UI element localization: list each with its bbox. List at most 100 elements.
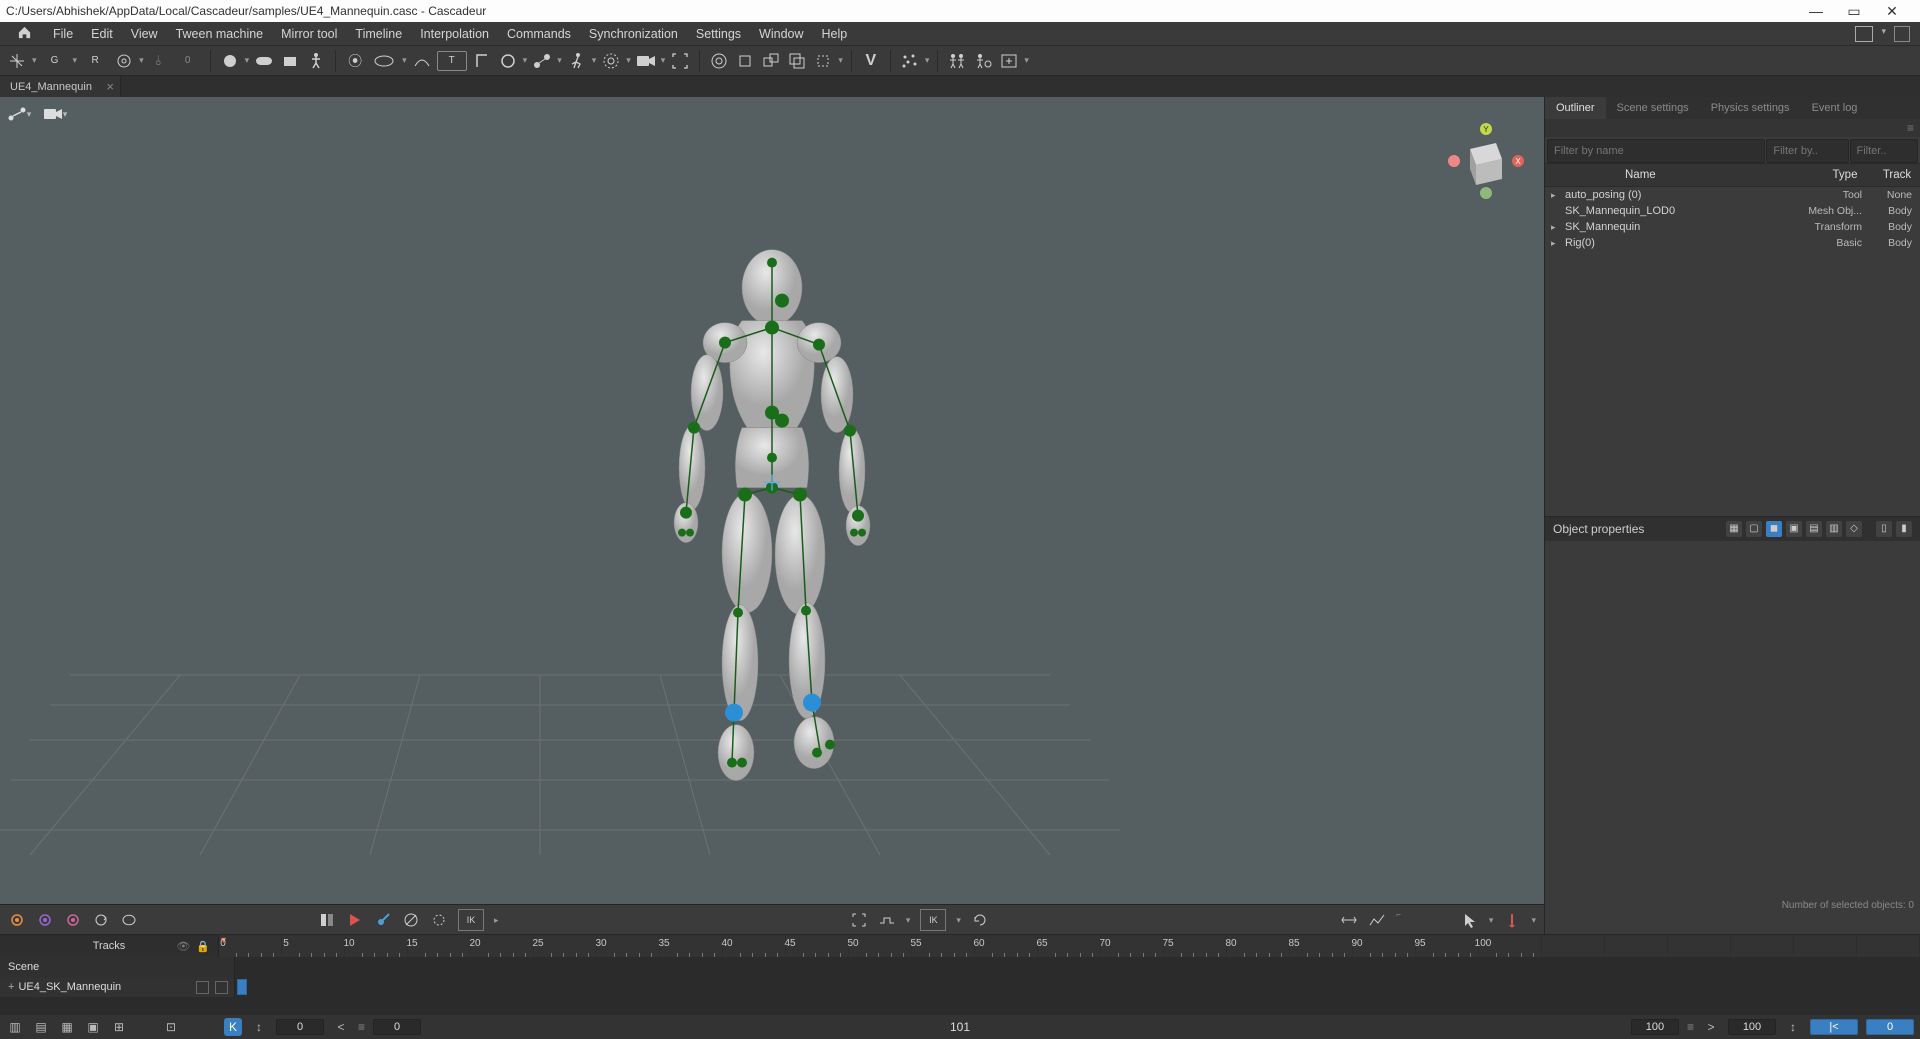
menu-settings[interactable]: Settings xyxy=(687,27,750,41)
tab-physics-settings[interactable]: Physics settings xyxy=(1700,97,1801,119)
text-tool-icon[interactable]: T xyxy=(437,51,467,71)
marker-red-icon[interactable] xyxy=(1503,911,1521,929)
prop-icon-7[interactable]: ◇ xyxy=(1846,521,1862,537)
col-type-header[interactable]: Type xyxy=(1816,169,1874,181)
maximize-button[interactable]: ▭ xyxy=(1840,3,1868,20)
frame-field-b[interactable]: 0 xyxy=(373,1019,421,1035)
track-eye-icon[interactable]: 👁 xyxy=(176,940,190,953)
prop-icon-4[interactable]: ▣ xyxy=(1786,521,1802,537)
gear-pink-icon[interactable] xyxy=(64,911,82,929)
prop-icon-2[interactable]: ▢ xyxy=(1746,521,1762,537)
outliner-row[interactable]: ▸ SK_Mannequin Transform Body xyxy=(1545,219,1920,235)
filter-type-input[interactable] xyxy=(1766,139,1848,163)
capsule-mode-icon[interactable] xyxy=(253,50,275,72)
viewport-3d[interactable]: ▾ ▾ xyxy=(0,97,1544,935)
menu-tween-machine[interactable]: Tween machine xyxy=(167,27,273,41)
panel-icon[interactable] xyxy=(1894,26,1910,42)
crop-icon[interactable] xyxy=(850,911,868,929)
sphere-mode-icon[interactable] xyxy=(219,50,241,72)
menu-timeline[interactable]: Timeline xyxy=(346,27,411,41)
radial-icon[interactable] xyxy=(708,50,730,72)
gear-purple-icon[interactable] xyxy=(36,911,54,929)
prop-icon-9[interactable]: ▮ xyxy=(1896,521,1912,537)
camera-icon[interactable] xyxy=(635,50,657,72)
joint-tool-icon[interactable] xyxy=(531,50,553,72)
prev-key-icon[interactable]: < xyxy=(332,1018,350,1036)
target-icon[interactable] xyxy=(113,50,135,72)
minimize-button[interactable]: — xyxy=(1802,3,1830,20)
track-asset-label[interactable]: + UE4_SK_Mannequin xyxy=(0,977,235,997)
menu-mirror-tool[interactable]: Mirror tool xyxy=(272,27,346,41)
ik-mode-button[interactable]: IK xyxy=(920,909,946,931)
circle-tool-icon[interactable] xyxy=(497,50,519,72)
foot-icon-3[interactable]: ▦ xyxy=(58,1018,76,1036)
foot-icon-5[interactable]: ⊞ xyxy=(110,1018,128,1036)
track-scene-label[interactable]: Scene xyxy=(0,957,235,977)
prop-icon-3[interactable]: ◼ xyxy=(1766,521,1782,537)
run-icon[interactable] xyxy=(566,50,588,72)
cursor-icon[interactable] xyxy=(1461,911,1479,929)
home-icon[interactable] xyxy=(4,25,44,43)
view-cube[interactable]: Y X xyxy=(1440,121,1526,207)
range-end-a[interactable]: 100 xyxy=(1631,1019,1679,1035)
ellipse-tool-icon[interactable] xyxy=(370,50,398,72)
prop-icon-8[interactable]: ▯ xyxy=(1876,521,1892,537)
single-box-icon[interactable] xyxy=(734,50,756,72)
no-circle-icon[interactable] xyxy=(402,911,420,929)
col-track-header[interactable]: Track xyxy=(1874,169,1920,181)
outliner-row[interactable]: SK_Mannequin_LOD0 Mesh Obj... Body xyxy=(1545,203,1920,219)
menu-commands[interactable]: Commands xyxy=(498,27,580,41)
col-name-header[interactable]: Name xyxy=(1545,169,1816,181)
range-val-blue[interactable]: 0 xyxy=(1866,1019,1914,1035)
timeline-ruler[interactable]: ▾ 05101520253035404550556065707580859095… xyxy=(219,935,1920,957)
track-toggle-a[interactable] xyxy=(196,981,209,994)
autokey-icon[interactable]: K xyxy=(224,1018,242,1036)
graph-icon[interactable] xyxy=(1368,911,1386,929)
filter-track-input[interactable] xyxy=(1850,139,1919,163)
snap-up-icon[interactable]: ↕ xyxy=(250,1018,268,1036)
gear-orange-icon[interactable] xyxy=(8,911,26,929)
range-start-blue[interactable]: |< xyxy=(1810,1019,1858,1035)
loop-icon[interactable] xyxy=(120,911,138,929)
tab-scene-settings[interactable]: Scene settings xyxy=(1606,97,1700,119)
menu-edit[interactable]: Edit xyxy=(82,27,122,41)
layout-dropdown-icon[interactable]: ▾ xyxy=(1881,26,1886,42)
rotate-toggle-button[interactable]: R xyxy=(81,50,109,72)
foot-icon-2[interactable]: ▤ xyxy=(32,1018,50,1036)
overlay-boxes-icon[interactable] xyxy=(786,50,808,72)
viewport-camera-icon[interactable]: ▾ xyxy=(42,103,68,125)
range-end-b[interactable]: 100 xyxy=(1728,1019,1776,1035)
frame-fit-icon[interactable] xyxy=(998,50,1020,72)
menu-help[interactable]: Help xyxy=(813,27,857,41)
foot-icon-1[interactable]: ▥ xyxy=(6,1018,24,1036)
path-tool-icon[interactable] xyxy=(471,50,493,72)
ik-toggle-button[interactable]: IK xyxy=(458,909,484,931)
prop-icon-1[interactable]: ▦ xyxy=(1726,521,1742,537)
menu-window[interactable]: Window xyxy=(750,27,812,41)
cycle-icon[interactable] xyxy=(92,911,110,929)
snap-down-icon[interactable]: ↕ xyxy=(1784,1018,1802,1036)
foot-icon-4[interactable]: ▣ xyxy=(84,1018,102,1036)
menu-view[interactable]: View xyxy=(122,27,167,41)
gear-character-icon[interactable] xyxy=(972,50,994,72)
document-tab[interactable]: UE4_Mannequin × xyxy=(0,76,121,98)
scatter-icon[interactable] xyxy=(899,50,921,72)
dashed-box-icon[interactable] xyxy=(812,50,834,72)
mirror-icon[interactable] xyxy=(318,911,336,929)
step-icon[interactable] xyxy=(878,911,896,929)
tab-outliner[interactable]: Outliner xyxy=(1545,97,1606,119)
snap-value[interactable]: 0 xyxy=(174,50,202,72)
key-blue-icon[interactable] xyxy=(374,911,392,929)
prop-icon-6[interactable]: ▥ xyxy=(1826,521,1842,537)
viewport-bones-icon[interactable]: ▾ xyxy=(6,103,32,125)
pin-tool-icon[interactable]: ⦿ xyxy=(344,50,366,72)
visibility-dot-icon[interactable] xyxy=(600,50,622,72)
characters-icon[interactable] xyxy=(946,50,968,72)
refresh-icon[interactable] xyxy=(971,911,989,929)
figure-mode-icon[interactable] xyxy=(305,50,327,72)
copy-boxes-icon[interactable] xyxy=(760,50,782,72)
prop-icon-5[interactable]: ▤ xyxy=(1806,521,1822,537)
track-lock-icon[interactable]: 🔒 xyxy=(196,940,210,953)
tab-event-log[interactable]: Event log xyxy=(1801,97,1869,119)
menu-interpolation[interactable]: Interpolation xyxy=(411,27,498,41)
